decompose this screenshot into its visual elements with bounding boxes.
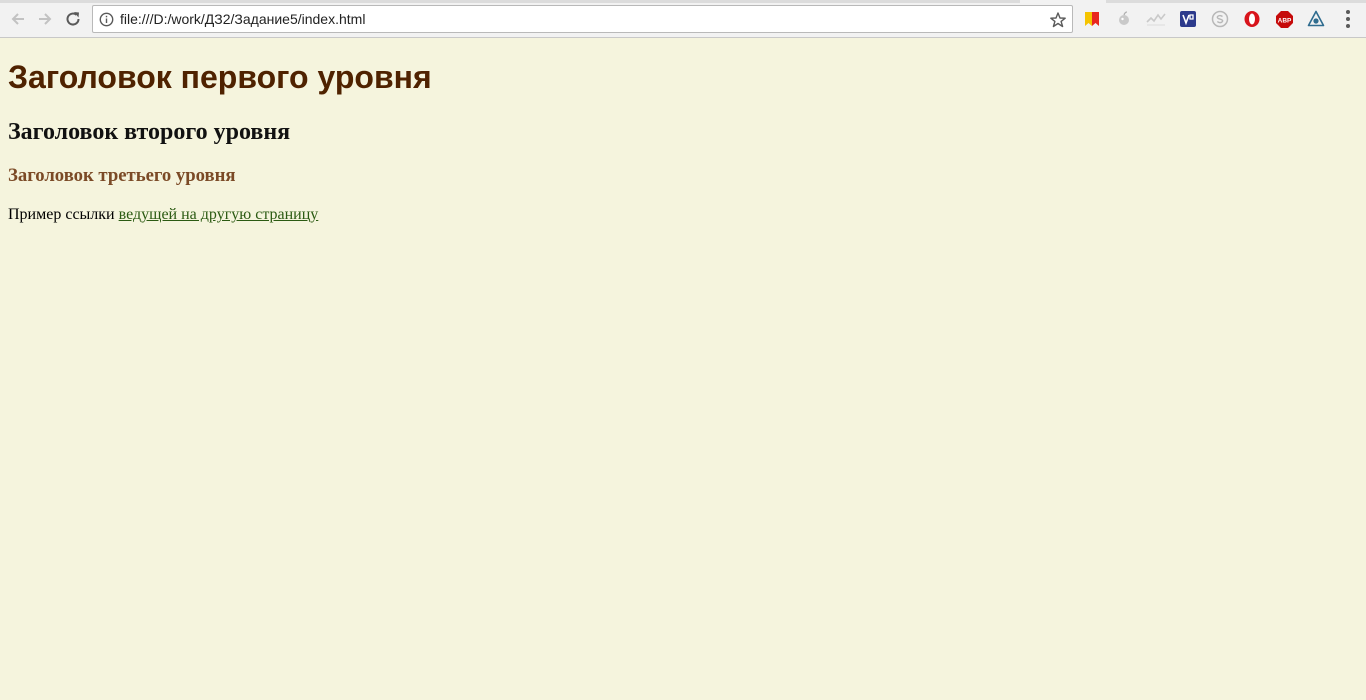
reload-button[interactable]	[61, 7, 85, 31]
page-link[interactable]: ведущей на другую страницу	[119, 206, 319, 223]
menu-dot	[1346, 17, 1350, 21]
heading-level-3: Заголовок третьего уровня	[8, 165, 236, 186]
url-text[interactable]: file:///D:/work/ДЗ2/Задание5/index.html	[120, 6, 365, 32]
forward-button[interactable]	[33, 7, 57, 31]
reload-icon	[66, 12, 80, 26]
yandex-bookmark-icon[interactable]	[1082, 9, 1102, 29]
arrow-right-icon	[39, 13, 52, 25]
skype-icon[interactable]	[1210, 9, 1230, 29]
tab-strip-right	[1106, 0, 1366, 3]
eye-icon[interactable]	[1306, 9, 1326, 29]
wave-icon[interactable]	[1146, 9, 1166, 29]
apple-icon[interactable]	[1114, 9, 1134, 29]
browser-toolbar: file:///D:/work/ДЗ2/Задание5/index.html	[0, 0, 1366, 38]
adblock-plus-icon[interactable]: ABP	[1274, 9, 1294, 29]
paragraph: Пример ссылки ведущей на другую страницу	[8, 205, 318, 225]
bookmark-star-icon[interactable]	[1049, 11, 1067, 29]
menu-dot	[1346, 24, 1350, 28]
heading-level-1: Заголовок первого уровня	[8, 59, 432, 95]
heading-level-2: Заголовок второго уровня	[8, 119, 291, 145]
back-button[interactable]	[6, 7, 30, 31]
vpn-icon[interactable]	[1178, 9, 1198, 29]
paragraph-text: Пример ссылки	[8, 206, 119, 223]
tab-strip	[0, 0, 1020, 3]
address-bar[interactable]: file:///D:/work/ДЗ2/Задание5/index.html	[92, 5, 1073, 33]
menu-dot	[1346, 10, 1350, 14]
arrow-left-icon	[11, 13, 24, 25]
browser-menu-button[interactable]	[1340, 9, 1356, 29]
page-viewport: Заголовок первого уровня Заголовок второ…	[0, 38, 1366, 700]
opera-icon[interactable]	[1242, 9, 1262, 29]
svg-text:ABP: ABP	[1277, 17, 1291, 24]
info-icon[interactable]	[99, 12, 114, 27]
